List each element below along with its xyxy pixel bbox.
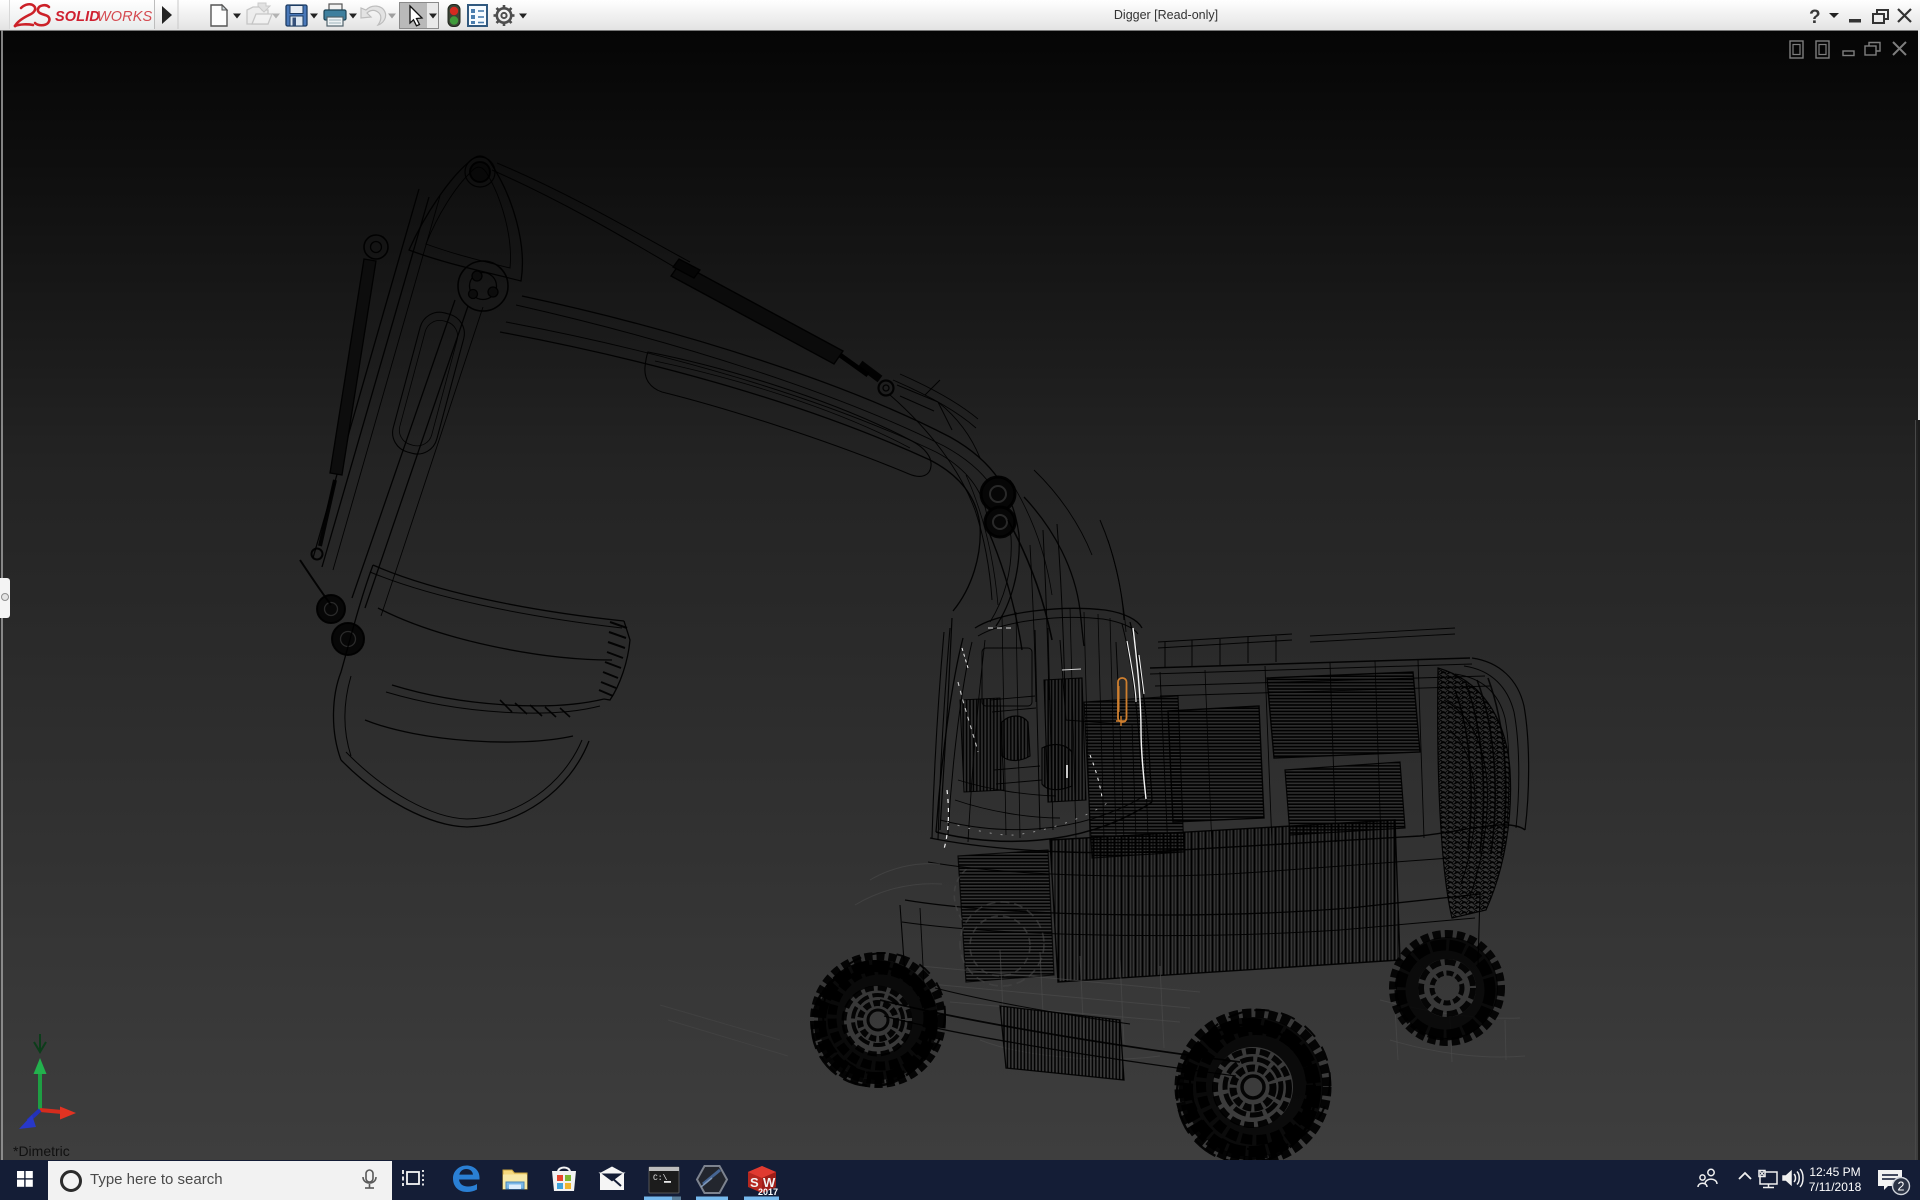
svg-text:WORKS: WORKS: [97, 9, 153, 25]
svg-text:2017: 2017: [758, 1187, 778, 1197]
svg-text:2: 2: [1898, 1180, 1905, 1194]
svg-text:?: ?: [1809, 7, 1821, 28]
svg-text:SOLID: SOLID: [55, 9, 100, 25]
